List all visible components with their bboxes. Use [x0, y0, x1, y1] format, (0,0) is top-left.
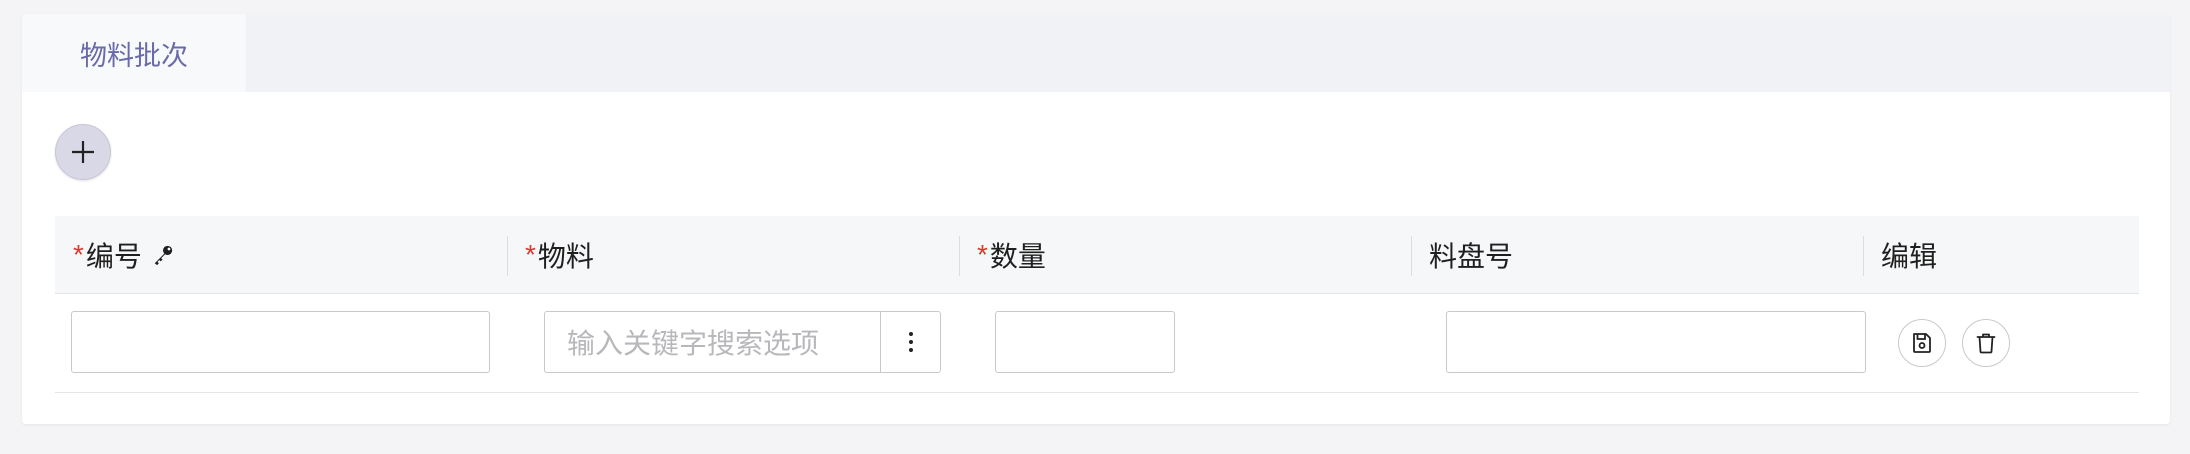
required-mark: * — [73, 238, 84, 270]
key-icon — [154, 245, 173, 265]
save-row-button[interactable] — [1898, 319, 1946, 367]
column-label-quantity: 数量 — [989, 240, 1046, 272]
material-search-placeholder: 输入关键字搜索选项 — [567, 328, 820, 359]
column-label-reel: 料盘号 — [1429, 240, 1514, 272]
column-label-code: 编号 — [85, 240, 142, 272]
table-header: * 编号 * 物料 * 数量 料盘号 编辑 — [55, 216, 2139, 294]
required-mark: * — [977, 238, 988, 270]
more-vertical-icon — [908, 332, 913, 352]
column-header-edit: 编辑 — [1863, 216, 2139, 293]
save-icon — [1913, 333, 1931, 353]
column-header-code: * 编号 — [55, 216, 507, 293]
material-batch-panel: 物料批次 * 编号 * 物料 * 数量 料盘号 编辑 输入关键字搜索选项 — [22, 14, 2170, 424]
column-header-quantity: * 数量 — [959, 216, 1411, 293]
column-header-reel: 料盘号 — [1411, 216, 1863, 293]
tab-material-batch[interactable]: 物料批次 — [22, 14, 246, 92]
add-row-button[interactable] — [55, 124, 111, 180]
batch-table: * 编号 * 物料 * 数量 料盘号 编辑 输入关键字搜索选项 — [55, 216, 2139, 393]
material-more-button[interactable] — [881, 311, 941, 373]
quantity-input[interactable] — [995, 311, 1175, 373]
code-input[interactable] — [71, 311, 490, 373]
table-row: 输入关键字搜索选项 — [55, 294, 2139, 393]
required-mark: * — [525, 238, 536, 270]
plus-icon — [72, 141, 94, 163]
column-label-edit: 编辑 — [1881, 240, 1938, 272]
column-label-material: 物料 — [537, 240, 594, 272]
reel-number-input[interactable] — [1446, 311, 1866, 373]
column-header-material: * 物料 — [507, 216, 959, 293]
tab-label: 物料批次 — [80, 40, 188, 71]
material-search-input[interactable]: 输入关键字搜索选项 — [544, 311, 881, 373]
delete-row-button[interactable] — [1962, 319, 2010, 367]
tab-bar: 物料批次 — [22, 14, 2170, 92]
trash-icon — [1976, 333, 1996, 354]
